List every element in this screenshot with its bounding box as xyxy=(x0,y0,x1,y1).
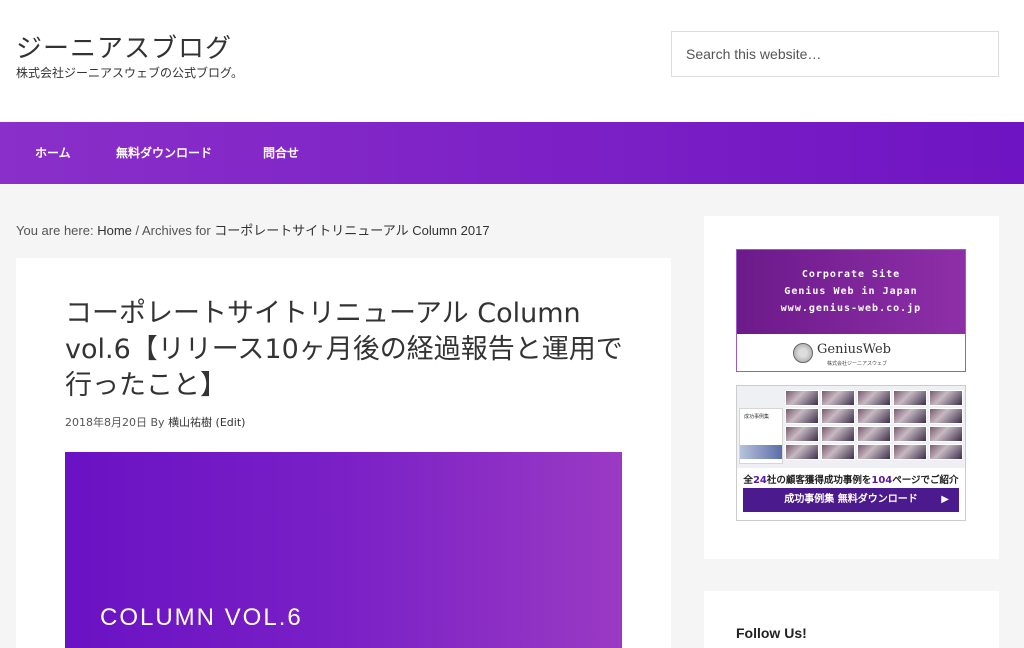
breadcrumb-prefix: You are here: xyxy=(16,223,98,238)
follow-us-widget: Follow Us! xyxy=(704,591,999,648)
corporate-site-banner[interactable]: Corporate Site Genius Web in Japan www.g… xyxy=(736,249,966,372)
site-header: ジーニアスブログ 株式会社ジーニアスウェブの公式ブログ。 xyxy=(0,0,1024,122)
genius-web-logo-icon xyxy=(793,343,813,363)
case-thumb-image xyxy=(857,408,891,424)
featured-image-text: COLUMN VOL.6 xyxy=(100,604,303,631)
case-thumb-image xyxy=(893,408,927,424)
case-study-cover-label: 成功事例集 xyxy=(744,414,770,420)
case-study-caption-b: 社の顧客獲得成功事例を xyxy=(766,475,872,486)
case-thumb-image xyxy=(857,426,891,442)
case-study-download-button[interactable]: 成功事例集 無料ダウンロード ▶ xyxy=(743,488,959,512)
case-thumb-image xyxy=(857,444,891,460)
case-thumb-image xyxy=(821,408,855,424)
case-thumb-image xyxy=(821,444,855,460)
case-study-download-label: 成功事例集 無料ダウンロード xyxy=(784,494,918,505)
case-study-caption: 全24社の顧客獲得成功事例を104ページでご紹介 xyxy=(737,472,965,486)
featured-image[interactable]: COLUMN VOL.6 xyxy=(65,452,622,648)
case-thumb-image xyxy=(929,408,963,424)
search-input[interactable] xyxy=(671,31,999,77)
breadcrumb: You are here: Home / Archives for コーポレート… xyxy=(16,220,490,239)
breadcrumb-current: コーポレートサイトリニューアル Column 2017 xyxy=(214,223,490,238)
case-study-thumbnails: 成功事例集 xyxy=(737,386,965,468)
article-by: By xyxy=(147,416,169,429)
case-study-cover-band xyxy=(740,445,782,459)
breadcrumb-separator: / xyxy=(131,223,143,238)
case-thumb-image xyxy=(785,390,819,406)
case-thumb-image xyxy=(929,426,963,442)
case-thumb-image xyxy=(893,444,927,460)
corporate-site-banner-header: Corporate Site Genius Web in Japan www.g… xyxy=(737,250,965,334)
case-study-count: 24 xyxy=(752,475,767,486)
article-title[interactable]: コーポレートサイトリニューアル Column vol.6【リリース10ヶ月後の経… xyxy=(65,296,625,404)
genius-web-logo-text: GeniusWeb xyxy=(817,342,891,357)
case-study-pages: 104 xyxy=(871,475,893,486)
case-thumb-image xyxy=(929,444,963,460)
triangle-right-icon: ▶ xyxy=(941,494,949,505)
article-card: コーポレートサイトリニューアル Column vol.6【リリース10ヶ月後の経… xyxy=(16,258,671,648)
case-thumb-image xyxy=(785,444,819,460)
breadcrumb-home-link[interactable]: Home xyxy=(97,223,132,238)
case-thumb-image xyxy=(893,390,927,406)
case-study-cover-image: 成功事例集 xyxy=(739,408,783,464)
case-thumb-image xyxy=(893,426,927,442)
nav-item-free-download[interactable]: 無料ダウンロード xyxy=(116,122,212,184)
article-meta: 2018年8月20日 By 横山祐樹 (Edit) xyxy=(65,414,245,430)
case-study-caption-c: ページでご紹介 xyxy=(892,475,959,486)
nav-item-home[interactable]: ホーム xyxy=(35,122,71,184)
site-title[interactable]: ジーニアスブログ xyxy=(16,28,232,65)
case-thumb-image xyxy=(821,426,855,442)
banner-line-1: Corporate Site xyxy=(801,269,901,280)
case-thumb-image xyxy=(857,390,891,406)
case-study-caption-a: 全 xyxy=(743,475,753,486)
main-nav: ホーム 無料ダウンロード 問合せ xyxy=(0,122,1024,184)
case-study-banner[interactable]: 成功事例集 全24社の顧客獲得成功事例を104ページでご紹介 成功事例集 無料ダ… xyxy=(736,385,966,521)
nav-item-contact[interactable]: 問合せ xyxy=(263,122,299,184)
genius-web-logo-subtext: 株式会社ジーニアスウェブ xyxy=(827,361,888,367)
follow-us-title: Follow Us! xyxy=(736,625,807,641)
sidebar-banner-widget: Corporate Site Genius Web in Japan www.g… xyxy=(704,216,999,559)
article-date: 2018年8月20日 xyxy=(65,416,147,429)
case-thumb-image xyxy=(785,408,819,424)
case-thumb-image xyxy=(785,426,819,442)
article-author-link[interactable]: 横山祐樹 xyxy=(168,416,212,429)
breadcrumb-archives-prefix: Archives for xyxy=(142,223,215,238)
case-thumb-image xyxy=(821,390,855,406)
site-description: 株式会社ジーニアスウェブの公式ブログ。 xyxy=(16,66,244,80)
banner-line-3: www.genius-web.co.jp xyxy=(780,303,922,314)
article-edit-link[interactable]: (Edit) xyxy=(212,416,246,429)
case-thumb-image xyxy=(929,390,963,406)
banner-line-2: Genius Web in Japan xyxy=(784,286,918,297)
